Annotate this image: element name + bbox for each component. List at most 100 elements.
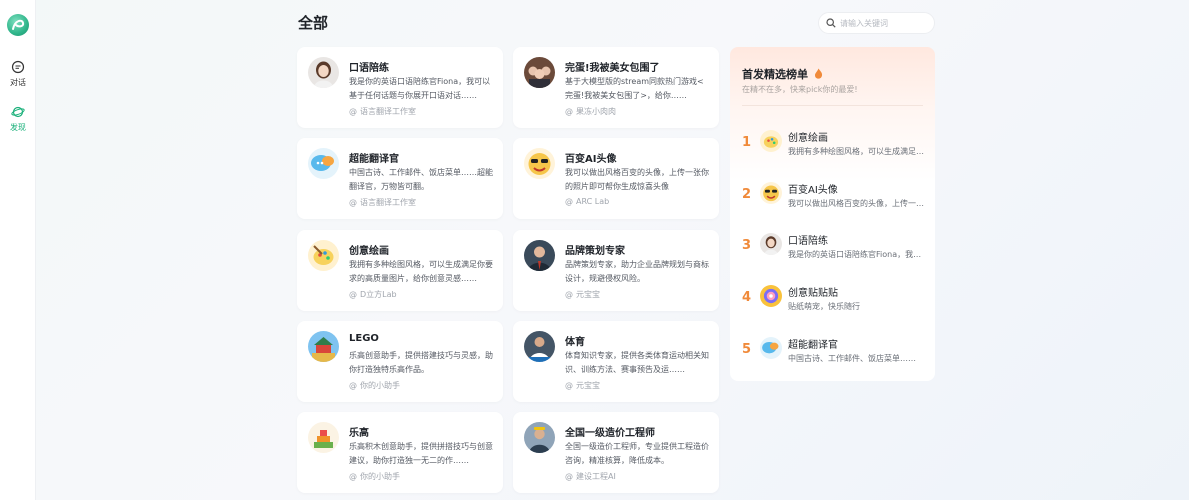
at-icon: @ <box>565 290 573 299</box>
chat-icon <box>11 60 25 74</box>
card-author: @ 元宝宝 <box>565 289 600 300</box>
card-title: 超能翻译官 <box>349 154 399 165</box>
ranking-panel: 首发精选榜单 在精不在多，快来pick你的最爱! 1 创意绘画 我拥有多种绘图风… <box>730 47 935 381</box>
ranking-item[interactable]: 2 百变AI头像 我可以做出风格百变的头像，上传一张你的照片即可 <box>730 177 935 217</box>
card-author: @ 你的小助手 <box>349 471 400 482</box>
rank-description: 我是你的英语口语陪练官Fiona，我可以基于任何话题 <box>788 250 928 259</box>
agent-card[interactable]: 超能翻译官 中国古诗、工作邮件、饭店菜单……超能翻译官，万物皆可翻。 @ 语言翻译… <box>297 138 503 219</box>
card-title: 口语陪练 <box>349 63 389 74</box>
card-author: @ 语言翻译工作室 <box>349 106 416 117</box>
at-icon: @ <box>349 198 357 207</box>
cool-emoji-avatar <box>524 148 555 179</box>
agent-card[interactable]: 完蛋!我被美女包围了 基于大模型版的stream同款热门游戏<完蛋!我被美女包围… <box>513 47 719 128</box>
rank-number: 2 <box>742 187 752 202</box>
card-author: @ 语言翻译工作室 <box>349 197 416 208</box>
search-box[interactable] <box>818 12 935 34</box>
group-avatar <box>524 57 555 88</box>
search-icon <box>826 18 836 28</box>
at-icon: @ <box>565 381 573 390</box>
ranking-item[interactable]: 3 口语陪练 我是你的英语口语陪练官Fiona，我可以基于任何话题 <box>730 228 935 268</box>
search-input[interactable] <box>840 16 930 31</box>
card-author-name: 元宝宝 <box>576 290 600 299</box>
card-title: 乐高 <box>349 428 369 439</box>
at-icon: @ <box>565 107 573 116</box>
speech-bubble-avatar <box>308 148 339 179</box>
card-title: 品牌策划专家 <box>565 246 625 257</box>
card-description: 我是你的英语口语陪练官Fiona，我可以基于任何话题与你展开口语对话…… <box>349 77 491 100</box>
ranking-title-text: 首发精选榜单 <box>742 68 808 81</box>
agent-card[interactable]: 品牌策划专家 品牌策划专家，助力企业品牌规划与商标设计，规避侵权风险。 @ 元宝宝 <box>513 230 719 311</box>
card-description: 我可以做出风格百变的头像，上传一张你的照片即可帮你生成惊喜头像 <box>565 168 709 191</box>
rank-description: 我拥有多种绘图风格，可以生成满足你要求的高质量图片 <box>788 147 928 156</box>
card-description: 乐高积木创意助手，提供拼搭技巧与创意建议，助你打造独一无二的作…… <box>349 442 493 465</box>
card-author-name: 建设工程AI <box>576 472 616 481</box>
card-author-name: 你的小助手 <box>360 381 400 390</box>
businessman-avatar <box>524 240 555 271</box>
speech-bubble-avatar <box>760 337 782 359</box>
card-description: 体育知识专家，提供各类体育运动相关知识、训练方法、赛事预告及运…… <box>565 351 709 374</box>
card-author-name: 你的小助手 <box>360 472 400 481</box>
sidebar-item-chat[interactable]: 对话 <box>0 60 36 88</box>
rank-number: 4 <box>742 290 752 305</box>
ranking-item[interactable]: 5 超能翻译官 中国古诗、工作邮件、饭店菜单…… <box>730 332 935 372</box>
card-author: @ D立方Lab <box>349 289 397 300</box>
ranking-subtitle: 在精不在多，快来pick你的最爱! <box>742 85 858 94</box>
at-icon: @ <box>349 472 357 481</box>
ranking-item[interactable]: 1 创意绘画 我拥有多种绘图风格，可以生成满足你要求的高质量图片 <box>730 125 935 165</box>
sidebar-item-label: 发现 <box>10 123 26 132</box>
agent-card[interactable]: 创意绘画 我拥有多种绘图风格，可以生成满足你要求的高质量图片，给你创意灵感…… … <box>297 230 503 311</box>
card-author: @ 建设工程AI <box>565 471 616 482</box>
rank-number: 5 <box>742 342 752 357</box>
rank-name: 超能翻译官 <box>788 340 838 351</box>
rank-name: 口语陪练 <box>788 236 828 247</box>
card-author-name: D立方Lab <box>360 290 397 299</box>
card-title: 全国一级造价工程师 <box>565 428 655 439</box>
paint-avatar <box>308 240 339 271</box>
at-icon: @ <box>565 197 573 206</box>
agent-card[interactable]: LEGO 乐高创意助手，提供搭建技巧与灵感，助你打造独特乐高作品。 @ 你的小助手 <box>297 321 503 402</box>
rank-number: 1 <box>742 135 752 150</box>
sticker-avatar <box>760 285 782 307</box>
card-author: @ 果冻小肉肉 <box>565 106 616 117</box>
lego-temple-avatar <box>308 331 339 362</box>
cool-emoji-avatar <box>760 182 782 204</box>
card-title: 百变AI头像 <box>565 154 617 165</box>
card-title: 创意绘画 <box>349 246 389 257</box>
sidebar: 对话 发现 <box>0 0 36 500</box>
paint-avatar <box>760 130 782 152</box>
ranking-item[interactable]: 4 创意贴贴贴 贴纸萌宠，快乐随行 <box>730 280 935 320</box>
card-author-name: 果冻小肉肉 <box>576 107 616 116</box>
rank-name: 百变AI头像 <box>788 185 838 196</box>
agent-card[interactable]: 百变AI头像 我可以做出风格百变的头像，上传一张你的照片即可帮你生成惊喜头像 @… <box>513 138 719 219</box>
sidebar-item-label: 对话 <box>10 78 26 87</box>
discover-icon <box>11 106 25 118</box>
rank-description: 我可以做出风格百变的头像，上传一张你的照片即可 <box>788 199 928 208</box>
rank-description: 中国古诗、工作邮件、饭店菜单…… <box>788 354 916 363</box>
card-description: 我拥有多种绘图风格，可以生成满足你要求的高质量图片，给你创意灵感…… <box>349 260 493 283</box>
rank-description: 贴纸萌宠，快乐随行 <box>788 302 860 311</box>
card-author-name: ARC Lab <box>576 197 610 206</box>
card-description: 中国古诗、工作邮件、饭店菜单……超能翻译官，万物皆可翻。 <box>349 168 493 191</box>
card-author: @ 元宝宝 <box>565 380 600 391</box>
engineer-avatar <box>524 422 555 453</box>
card-author: @ 你的小助手 <box>349 380 400 391</box>
card-description: 基于大模型版的stream同款热门游戏<完蛋!我被美女包围了>，给你…… <box>565 77 704 100</box>
card-author-name: 元宝宝 <box>576 381 600 390</box>
at-icon: @ <box>565 472 573 481</box>
card-author: @ ARC Lab <box>565 197 609 206</box>
agent-card[interactable]: 全国一级造价工程师 全国一级造价工程师，专业提供工程造价咨询，精准核算，降低成本… <box>513 412 719 493</box>
agent-card[interactable]: 乐高 乐高积木创意助手，提供拼搭技巧与创意建议，助你打造独一无二的作…… @ 你的… <box>297 412 503 493</box>
sidebar-item-discover[interactable]: 发现 <box>0 105 36 133</box>
card-description: 品牌策划专家，助力企业品牌规划与商标设计，规避侵权风险。 <box>565 260 709 283</box>
lego-blocks-avatar <box>308 422 339 453</box>
card-title: LEGO <box>349 333 379 344</box>
rank-name: 创意绘画 <box>788 133 828 144</box>
page-title: 全部 <box>298 14 329 32</box>
app-logo[interactable] <box>7 14 29 36</box>
agent-card[interactable]: 口语陪练 我是你的英语口语陪练官Fiona，我可以基于任何话题与你展开口语对话…… <box>297 47 503 128</box>
woman-avatar <box>308 57 339 88</box>
ranking-title: 首发精选榜单 <box>742 66 823 82</box>
woman-avatar <box>760 233 782 255</box>
agent-card[interactable]: 体育 体育知识专家，提供各类体育运动相关知识、训练方法、赛事预告及运…… @ 元宝… <box>513 321 719 402</box>
card-description: 乐高创意助手，提供搭建技巧与灵感，助你打造独特乐高作品。 <box>349 351 493 374</box>
